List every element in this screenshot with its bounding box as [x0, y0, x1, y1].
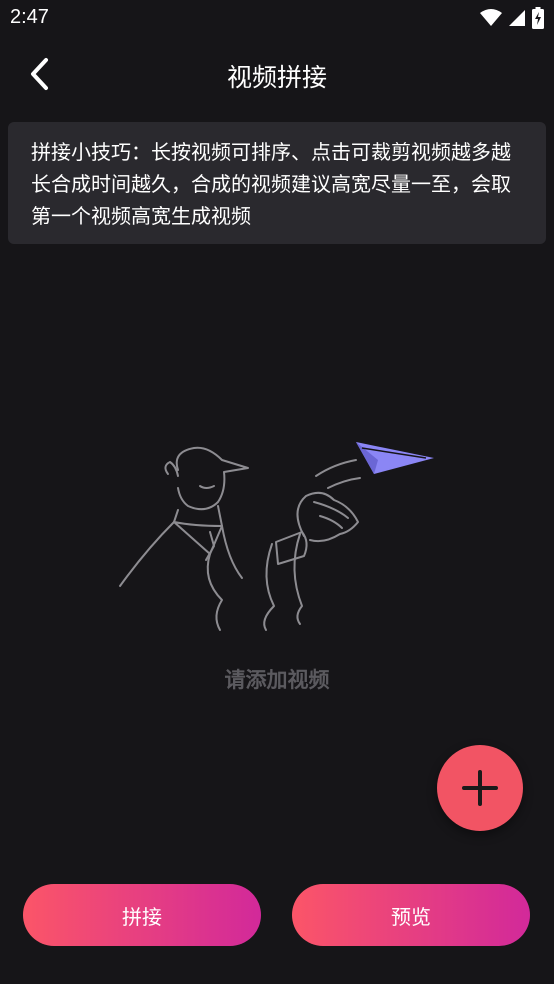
tip-text: 拼接小技巧：长按视频可排序、点击可裁剪视频越多越长合成时间越久，合成的视频建议高…: [31, 140, 511, 228]
add-video-button[interactable]: [437, 745, 523, 831]
cellular-signal-icon: [509, 10, 525, 26]
status-bar: 2:47: [0, 0, 554, 38]
status-time: 2:47: [10, 6, 49, 28]
splice-button[interactable]: 拼接: [23, 884, 261, 946]
battery-icon: [532, 7, 544, 29]
preview-button-label: 预览: [391, 904, 431, 929]
paper-plane-icon: [356, 442, 434, 474]
top-bar: 视频拼接: [0, 38, 554, 110]
empty-state-label: 请添加视频: [224, 668, 330, 692]
status-icons: [480, 6, 544, 30]
empty-state-illustration: [119, 442, 434, 631]
tip-box: 拼接小技巧：长按视频可排序、点击可裁剪视频越多越长合成时间越久，合成的视频建议高…: [8, 122, 546, 244]
plus-icon: [462, 770, 498, 806]
page-title: 视频拼接: [226, 63, 327, 92]
splice-button-label: 拼接: [122, 904, 162, 929]
preview-button[interactable]: 预览: [292, 884, 530, 946]
person-head: [175, 446, 249, 511]
wifi-icon: [480, 9, 502, 26]
